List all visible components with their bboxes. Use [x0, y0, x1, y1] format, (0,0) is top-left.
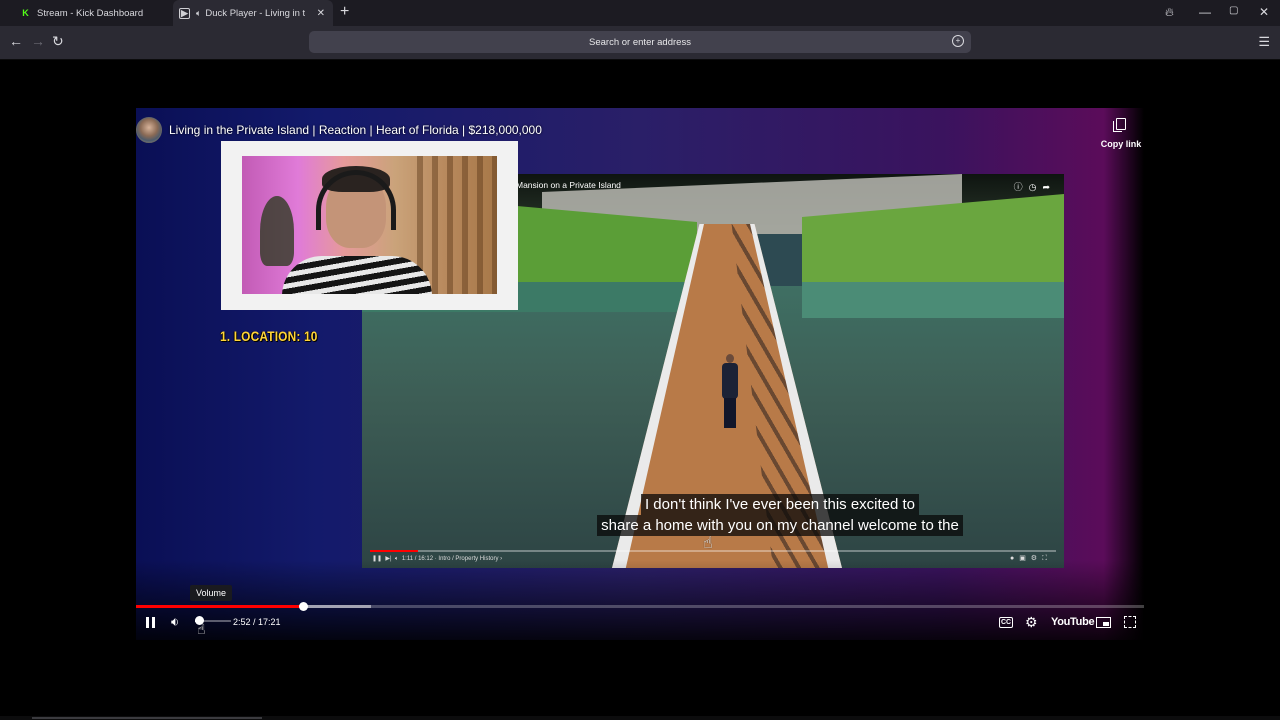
channel-avatar[interactable] [136, 117, 162, 143]
settings-button[interactable]: ⚙︎ [1025, 612, 1038, 632]
menu-icon[interactable]: ☰ [1258, 34, 1270, 50]
caption-line: share a home with you on my channel welc… [597, 515, 963, 536]
embedded-video-title: Mansion on a Private Island [516, 180, 621, 190]
address-placeholder: Search or enter address [589, 36, 691, 48]
miniplayer-icon [1096, 616, 1111, 628]
minimize-button[interactable]: — [1199, 5, 1211, 19]
tab-duck-player[interactable]: ▶ 🔈︎ Duck Player - Living in the ✕ [173, 0, 333, 26]
progress-played [136, 605, 304, 608]
address-bar[interactable]: Search or enter address + [309, 31, 971, 53]
speaker-icon[interactable]: 🔈︎ [196, 8, 201, 19]
mouse-cursor: ☝︎ [197, 621, 206, 637]
webcam-overlay [221, 141, 518, 310]
volume-tooltip: Volume [190, 585, 233, 601]
volume-icon[interactable]: 🔉︎ [171, 612, 179, 632]
gear-icon: ⚙︎ [1025, 613, 1038, 630]
restore-button[interactable]: ▢ [1229, 5, 1238, 16]
copy-link-label: Copy link [1100, 139, 1142, 149]
webcam-image [242, 156, 497, 294]
video-player[interactable]: Living in the Private Island | Reaction … [136, 108, 1144, 640]
close-icon[interactable]: ✕ [317, 8, 325, 19]
duck-player-icon: ▶ [179, 7, 190, 19]
youtube-button[interactable]: YouTube [1051, 612, 1095, 632]
video-title[interactable]: Living in the Private Island | Reaction … [169, 123, 542, 137]
video-title-row: Living in the Private Island | Reaction … [136, 116, 542, 144]
embedded-controls: ❚❚ ▶| 🔈︎ 1:11 / 16:12 · Intro / Property… [372, 556, 503, 562]
kick-icon: K [22, 8, 29, 18]
tracking-protection-icon[interactable]: + [952, 35, 964, 47]
caption-line: I don't think I've ever been this excite… [640, 494, 920, 515]
fullscreen-button[interactable] [1124, 612, 1136, 632]
captions-button[interactable]: CC [999, 612, 1014, 632]
embedded-progress-bar [370, 550, 1056, 552]
tab-label: Stream - Kick Dashboard [37, 7, 144, 19]
captions: I don't think I've ever been this excite… [494, 494, 1066, 536]
walking-man [720, 354, 740, 434]
embedded-video-icons: ⓘ◷➦ [1013, 182, 1056, 192]
reload-icon[interactable]: ↻ [52, 33, 64, 50]
cc-icon: CC [999, 616, 1014, 628]
location-score-label: 1. LOCATION: 10 [220, 328, 318, 344]
taskbar-strip [0, 716, 1280, 720]
navigation-bar: ← → ↻ Search or enter address + ☰ [0, 26, 1280, 60]
miniplayer-button[interactable] [1096, 612, 1111, 632]
close-window-button[interactable]: ✕ [1259, 5, 1269, 19]
copy-link-button[interactable]: Copy link [1098, 118, 1144, 152]
time-display: 2:52 / 17:21 [233, 617, 281, 627]
tab-kick-dashboard[interactable]: K Stream - Kick Dashboard [14, 0, 172, 26]
forward-icon[interactable]: → [31, 33, 45, 49]
progress-bar[interactable] [136, 602, 1144, 611]
fullscreen-icon [1124, 616, 1136, 628]
new-tab-button[interactable]: + [340, 3, 349, 21]
pause-button[interactable] [146, 612, 158, 632]
embedded-controls-right: ●▣⚙⛶ [1009, 555, 1052, 562]
tab-bar: K Stream - Kick Dashboard ▶ 🔈︎ Duck Play… [0, 0, 1280, 26]
copy-icon [1113, 118, 1126, 132]
mouse-cursor-ghost: ☝︎ [703, 535, 713, 552]
flame-icon[interactable]: 🔥︎ [1165, 5, 1174, 20]
embedded-time: 1:11 / 16:12 · Intro / Property History … [401, 556, 503, 562]
back-icon[interactable]: ← [9, 33, 23, 49]
tab-label: Duck Player - Living in the [205, 7, 306, 19]
